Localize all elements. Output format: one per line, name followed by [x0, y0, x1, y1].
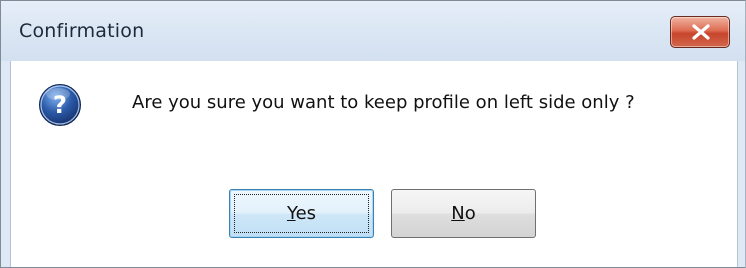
no-button-label: No	[451, 203, 476, 224]
close-icon	[692, 24, 710, 40]
no-button[interactable]: No	[391, 189, 536, 238]
confirmation-message: Are you sure you want to keep profile on…	[132, 92, 635, 113]
focus-ring	[234, 194, 369, 233]
question-icon: ?	[39, 84, 81, 126]
svg-text:?: ?	[53, 91, 67, 119]
dialog-title: Confirmation	[19, 20, 145, 42]
close-button[interactable]	[670, 16, 730, 48]
title-bar[interactable]: Confirmation	[1, 1, 745, 61]
dialog-body: ? Are you sure you want to keep profile …	[10, 61, 738, 267]
confirmation-dialog: Confirmation ? Are you sure you want to …	[0, 0, 746, 268]
yes-button[interactable]: Yes	[229, 189, 374, 238]
